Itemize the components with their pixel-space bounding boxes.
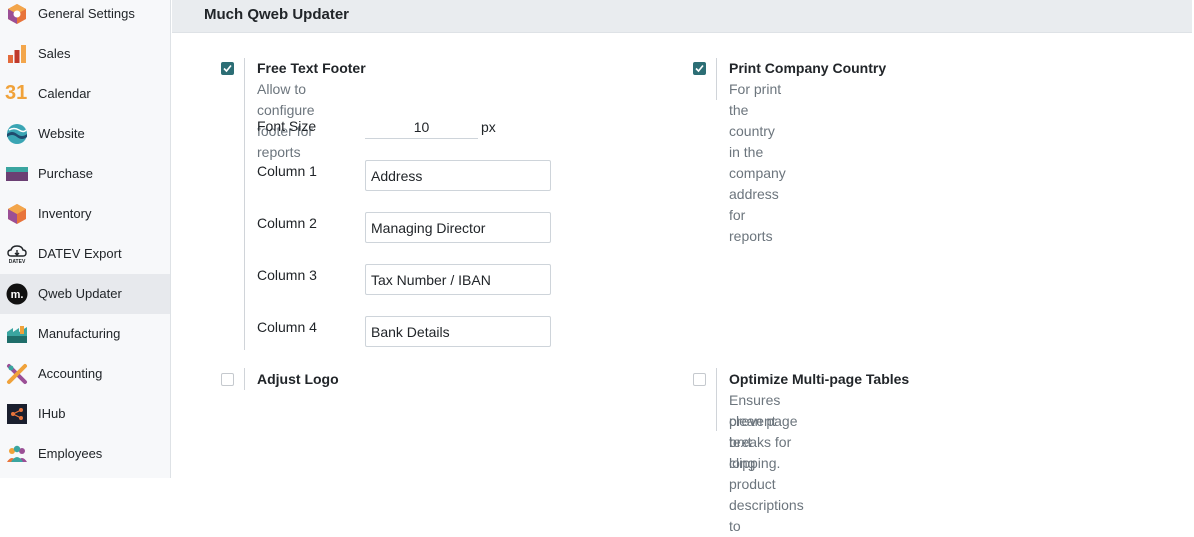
sidebar-item-inventory[interactable]: Inventory: [0, 194, 170, 234]
website-icon: [7, 124, 27, 144]
setting-divider: [244, 58, 245, 350]
sidebar-item-label: Calendar: [38, 86, 91, 101]
settings-sidebar: General Settings Sales 31 Calendar Websi…: [0, 0, 171, 478]
settings-main: Much Qweb Updater Free Text Footer Allow…: [172, 0, 1194, 534]
sidebar-item-label: DATEV Export: [38, 246, 122, 261]
ihub-icon: [7, 404, 27, 424]
free-text-footer-checkbox[interactable]: [221, 62, 234, 75]
sidebar-item-datev-export[interactable]: DATEV DATEV Export: [0, 234, 170, 274]
manufacturing-icon: [7, 326, 27, 343]
general-settings-icon: [8, 4, 26, 24]
accounting-icon: [7, 364, 27, 384]
section-header: Much Qweb Updater: [172, 0, 1192, 33]
font-size-unit: px: [481, 119, 496, 135]
optimize-tables-description-line2: prevent text clipping.: [729, 413, 781, 471]
sidebar-item-calendar[interactable]: 31 Calendar: [0, 74, 170, 114]
sidebar-item-label: Accounting: [38, 366, 103, 381]
purchase-icon: [6, 167, 28, 181]
sidebar-item-accounting[interactable]: Accounting: [0, 354, 170, 394]
svg-text:m.: m.: [11, 289, 24, 301]
free-text-footer-title: Free Text Footer: [257, 60, 366, 76]
sidebar-item-label: General Settings: [38, 6, 135, 21]
sidebar-item-general-settings[interactable]: General Settings: [0, 0, 170, 34]
qweb-updater-icon: m.: [6, 283, 28, 305]
sidebar-item-label: IHub: [38, 406, 66, 421]
sidebar-item-label: Qweb Updater: [38, 286, 122, 301]
sidebar-item-employees[interactable]: Employees: [0, 434, 170, 474]
optimize-tables-title: Optimize Multi-page Tables: [729, 371, 910, 387]
print-company-country-description: For print the country in the company add…: [729, 81, 786, 244]
datev-icon: DATEV: [7, 245, 27, 265]
column-4-input[interactable]: [365, 316, 551, 347]
sales-icon: [8, 45, 26, 63]
sidebar-item-label: Inventory: [38, 206, 92, 221]
column-1-label: Column 1: [257, 163, 317, 179]
adjust-logo-title: Adjust Logo: [257, 371, 339, 387]
setting-divider: [716, 58, 717, 100]
column-2-input[interactable]: [365, 212, 551, 243]
sidebar-item-label: Purchase: [38, 166, 93, 181]
column-3-input[interactable]: [365, 264, 551, 295]
sidebar-item-label: Sales: [38, 46, 71, 61]
print-company-country-checkbox[interactable]: [693, 62, 706, 75]
sidebar-item-qweb-updater[interactable]: m. Qweb Updater: [0, 274, 170, 314]
setting-divider: [716, 368, 717, 431]
column-2-label: Column 2: [257, 215, 317, 231]
sidebar-item-manufacturing[interactable]: Manufacturing: [0, 314, 170, 354]
optimize-tables-checkbox[interactable]: [693, 373, 706, 386]
sidebar-item-purchase[interactable]: Purchase: [0, 154, 170, 194]
sidebar-item-label: Manufacturing: [38, 326, 121, 341]
employees-icon: [7, 445, 27, 462]
svg-text:DATEV: DATEV: [9, 259, 26, 265]
sidebar-item-ihub[interactable]: IHub: [0, 394, 170, 434]
section-title: Much Qweb Updater: [204, 6, 350, 23]
sidebar-item-sales[interactable]: Sales: [0, 34, 170, 74]
sidebar-item-label: Employees: [38, 446, 103, 461]
sidebar-item-label: Website: [38, 126, 85, 141]
adjust-logo-checkbox[interactable]: [221, 373, 234, 386]
print-company-country-title: Print Company Country: [729, 60, 887, 76]
column-3-label: Column 3: [257, 267, 317, 283]
font-size-input[interactable]: [365, 115, 478, 139]
font-size-label: Font Size: [257, 118, 317, 134]
check-icon: [695, 64, 704, 73]
check-icon: [223, 64, 232, 73]
setting-divider: [244, 368, 245, 390]
inventory-icon: [8, 204, 26, 224]
sidebar-item-website[interactable]: Website: [0, 114, 170, 154]
column-4-label: Column 4: [257, 319, 317, 335]
calendar-icon: 31: [5, 82, 28, 104]
column-1-input[interactable]: [365, 160, 551, 191]
